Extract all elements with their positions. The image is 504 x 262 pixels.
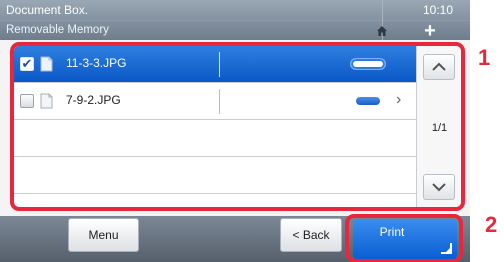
- header-bar: Document Box. Removable Memory 10:10 +: [0, 0, 470, 42]
- file-name: 11-3-3.JPG: [66, 56, 127, 70]
- page-indicator: 1/1: [431, 122, 448, 134]
- file-name: 7-9-2.JPG: [66, 93, 121, 107]
- row-checkbox[interactable]: ✔: [20, 57, 34, 71]
- details-toggle[interactable]: [356, 97, 380, 105]
- back-button[interactable]: < Back: [280, 218, 342, 252]
- file-row[interactable]: 7-9-2.JPG ›: [14, 83, 416, 120]
- list-scroller: 1/1: [416, 46, 461, 207]
- print-button[interactable]: Print: [353, 219, 457, 259]
- clock: 10:10: [423, 3, 454, 17]
- home-button[interactable]: [362, 22, 402, 40]
- page-subtitle: Removable Memory: [6, 24, 109, 36]
- home-icon: [377, 26, 387, 36]
- scroll-down-button[interactable]: [423, 174, 455, 200]
- row-checkbox[interactable]: [20, 94, 34, 108]
- scroll-up-button[interactable]: [423, 54, 455, 80]
- chevron-right-icon[interactable]: ›: [396, 91, 401, 109]
- add-button[interactable]: +: [410, 20, 450, 42]
- empty-row: [14, 157, 416, 194]
- callout-marker: 1: [478, 45, 491, 70]
- page-title: Document Box.: [6, 3, 89, 17]
- file-row[interactable]: ✔ 11-3-3.JPG: [14, 46, 416, 83]
- corner-arrow-icon: [441, 243, 452, 254]
- column-divider: [219, 52, 220, 77]
- header-divider: [0, 20, 470, 21]
- column-divider: [219, 89, 220, 114]
- details-toggle[interactable]: [350, 58, 386, 70]
- print-label: Print: [379, 225, 405, 239]
- callout-marker: 2: [485, 212, 498, 237]
- image-file-icon: [40, 56, 53, 72]
- plus-icon: +: [424, 20, 436, 42]
- file-list-panel: ✔ 11-3-3.JPG 7-9-2.JPG › 1/1: [10, 42, 465, 211]
- image-file-icon: [40, 93, 53, 109]
- chevron-down-icon: [432, 183, 446, 192]
- empty-row: [14, 120, 416, 157]
- file-list: ✔ 11-3-3.JPG 7-9-2.JPG ›: [14, 46, 416, 207]
- menu-button[interactable]: Menu: [68, 218, 139, 252]
- chevron-up-icon: [432, 62, 446, 71]
